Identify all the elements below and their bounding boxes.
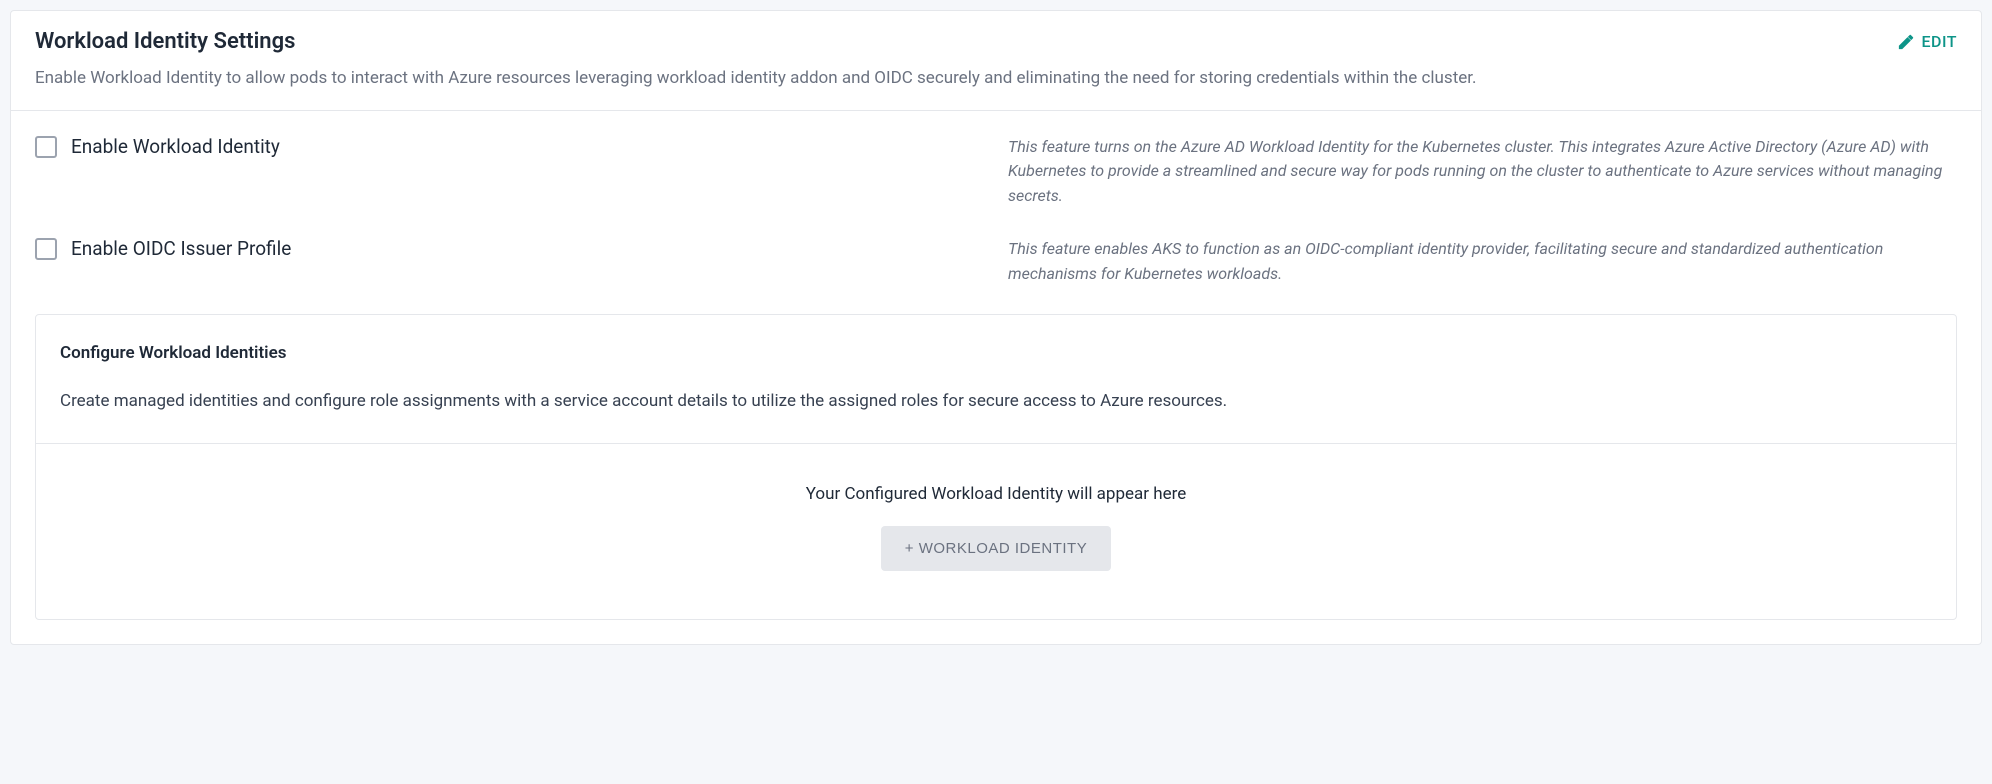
pencil-icon bbox=[1897, 33, 1915, 51]
edit-label: EDIT bbox=[1921, 32, 1957, 51]
enable-oidc-issuer-checkbox[interactable] bbox=[35, 238, 57, 260]
header-top-row: Workload Identity Settings EDIT bbox=[35, 29, 1957, 54]
configure-title: Configure Workload Identities bbox=[60, 343, 1932, 363]
configure-body: Your Configured Workload Identity will a… bbox=[36, 444, 1956, 619]
setting-help-text: This feature turns on the Azure AD Workl… bbox=[1008, 135, 1957, 209]
configure-description: Create managed identities and configure … bbox=[60, 389, 1932, 415]
enable-workload-identity-checkbox[interactable] bbox=[35, 136, 57, 158]
setting-help-text: This feature enables AKS to function as … bbox=[1008, 237, 1957, 287]
card-header: Workload Identity Settings EDIT Enable W… bbox=[11, 11, 1981, 111]
edit-button[interactable]: EDIT bbox=[1897, 32, 1957, 51]
card-body: Enable Workload Identity This feature tu… bbox=[11, 111, 1981, 644]
card-title: Workload Identity Settings bbox=[35, 29, 295, 54]
configure-identities-card: Configure Workload Identities Create man… bbox=[35, 314, 1957, 620]
configure-header: Configure Workload Identities Create man… bbox=[36, 315, 1956, 444]
setting-label: Enable Workload Identity bbox=[71, 135, 280, 158]
setting-row-oidc-issuer: Enable OIDC Issuer Profile This feature … bbox=[35, 237, 1957, 287]
setting-left: Enable OIDC Issuer Profile bbox=[35, 237, 984, 287]
workload-identity-card: Workload Identity Settings EDIT Enable W… bbox=[10, 10, 1982, 645]
add-workload-identity-button[interactable]: + WORKLOAD IDENTITY bbox=[881, 526, 1111, 571]
card-description: Enable Workload Identity to allow pods t… bbox=[35, 66, 1957, 92]
empty-state-text: Your Configured Workload Identity will a… bbox=[60, 484, 1932, 504]
setting-row-workload-identity: Enable Workload Identity This feature tu… bbox=[35, 135, 1957, 209]
setting-left: Enable Workload Identity bbox=[35, 135, 984, 209]
setting-label: Enable OIDC Issuer Profile bbox=[71, 237, 291, 260]
